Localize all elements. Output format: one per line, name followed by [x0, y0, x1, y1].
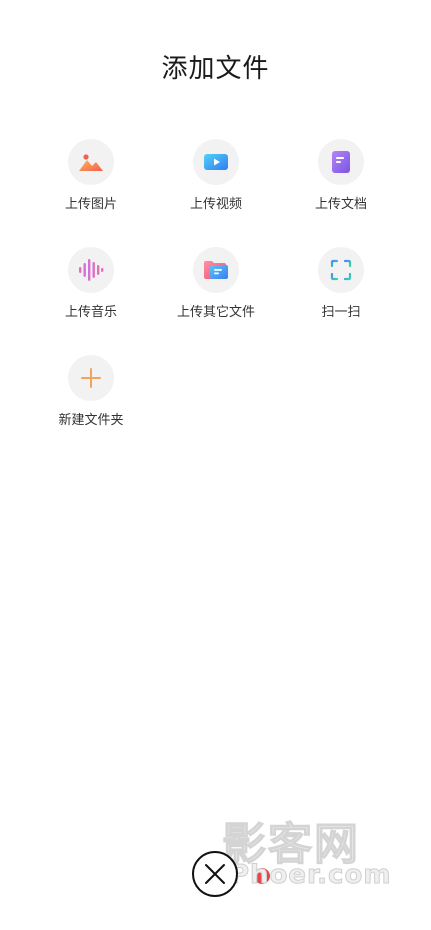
- music-icon: [68, 247, 114, 293]
- page-title: 添加文件: [161, 54, 270, 84]
- watermark-logo: 影客网 Phoer.com: [221, 808, 392, 898]
- plus-icon: [68, 355, 114, 401]
- scan-button[interactable]: 扫一扫: [291, 247, 391, 320]
- upload-document-label: 上传文档: [314, 197, 367, 212]
- scan-label: 扫一扫: [321, 305, 361, 320]
- upload-music-button[interactable]: 上传音乐: [41, 247, 141, 320]
- document-icon: [318, 139, 364, 185]
- upload-document-button[interactable]: 上传文档: [291, 139, 391, 212]
- close-icon: [205, 864, 225, 884]
- video-icon: [193, 139, 239, 185]
- watermark-en-text: Phoer.com: [229, 860, 392, 891]
- close-button[interactable]: [192, 851, 238, 897]
- new-folder-button[interactable]: 新建文件夹: [41, 355, 141, 428]
- image-icon: [68, 139, 114, 185]
- upload-other-file-label: 上传其它文件: [176, 305, 255, 320]
- upload-image-label: 上传图片: [64, 197, 117, 212]
- upload-video-button[interactable]: 上传视频: [166, 139, 266, 212]
- scan-icon: [318, 247, 364, 293]
- add-file-sheet: 添加文件 上传图片 上传视频 上传文档 上传音乐 上传其它文件 扫一扫 新建文件…: [0, 0, 431, 930]
- folder-icon: [193, 247, 239, 293]
- upload-video-label: 上传视频: [189, 197, 242, 212]
- upload-other-file-button[interactable]: 上传其它文件: [166, 247, 266, 320]
- new-folder-label: 新建文件夹: [58, 413, 124, 428]
- upload-music-label: 上传音乐: [64, 305, 117, 320]
- upload-image-button[interactable]: 上传图片: [41, 139, 141, 212]
